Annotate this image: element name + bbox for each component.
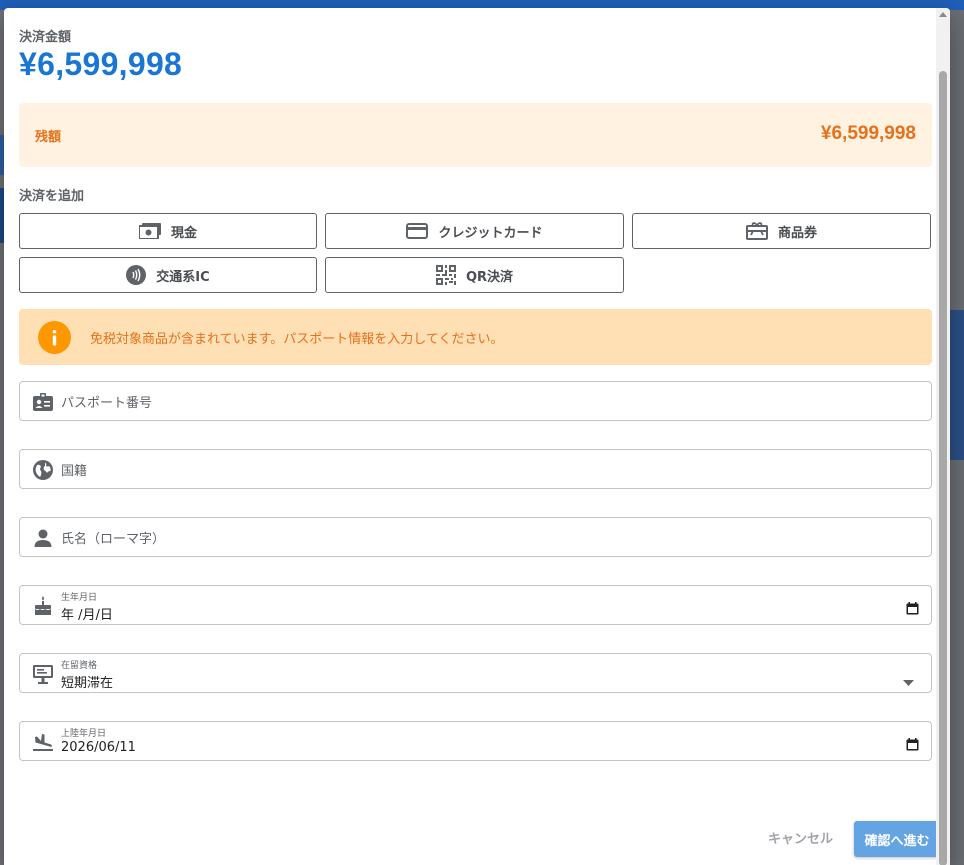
payment-dialog: 決済金額 ¥6,599,998 残額 ¥6,599,998 決済を追加 現金 ク…: [4, 8, 950, 865]
calendar-icon[interactable]: [906, 736, 919, 755]
birthdate-label: 生年月日: [61, 593, 98, 603]
residence-status-label: 在留資格: [61, 661, 98, 671]
credit-card-label: クレジットカード: [438, 225, 543, 241]
scroll-up-arrow-icon[interactable]: [939, 12, 947, 17]
credit-card-button[interactable]: クレジットカード: [325, 213, 624, 249]
birthdate-value: 年 /月/日: [61, 608, 113, 623]
qr-code-icon: [435, 265, 456, 285]
contactless-icon: [126, 265, 147, 285]
tax-free-notice: 免税対象商品が含まれています。パスポート情報を入力してください。: [19, 309, 932, 365]
cake-icon: [32, 595, 54, 621]
transit-ic-button[interactable]: 交通系IC: [19, 257, 317, 293]
cancel-button[interactable]: キャンセル: [768, 828, 833, 847]
balance-panel: 残額 ¥6,599,998: [19, 103, 932, 167]
romaji-name-placeholder: 氏名（ローマ字）: [61, 532, 166, 547]
info-icon: [38, 321, 71, 354]
qr-payment-label: QR決済: [465, 269, 514, 285]
globe-icon: [32, 459, 54, 485]
gift-card-label: 商品券: [777, 225, 817, 241]
confirm-button[interactable]: 確認へ進む: [854, 821, 940, 857]
balance-value: ¥6,599,998: [820, 123, 916, 144]
balance-label: 残額: [35, 130, 62, 145]
romaji-name-field[interactable]: 氏名（ローマ字）: [19, 517, 932, 557]
person-icon: [32, 527, 54, 553]
chevron-down-icon[interactable]: [903, 671, 914, 690]
notice-text: 免税対象商品が含まれています。パスポート情報を入力してください。: [90, 332, 504, 347]
nationality-placeholder: 国籍: [61, 464, 88, 479]
landing-date-value: 2026/06/11: [61, 740, 136, 755]
cash-label: 現金: [170, 225, 197, 241]
payment-amount-label: 決済金額: [19, 30, 72, 45]
scrollbar-thumb[interactable]: [939, 71, 947, 865]
badge-stand-icon: [32, 663, 54, 689]
flight-land-icon: [32, 731, 54, 757]
residence-status-value: 短期滞在: [61, 676, 114, 691]
gift-card-button[interactable]: 商品券: [632, 213, 931, 249]
payment-amount-value: ¥6,599,998: [19, 46, 183, 82]
calendar-icon[interactable]: [906, 600, 919, 619]
landing-date-label: 上陸年月日: [61, 729, 107, 739]
gift-card-icon: [745, 222, 768, 240]
qr-payment-button[interactable]: QR決済: [325, 257, 624, 293]
cash-icon: [138, 223, 161, 239]
passport-number-field[interactable]: パスポート番号: [19, 381, 932, 421]
birthdate-field[interactable]: 生年月日 年 /月/日: [19, 585, 932, 625]
residence-status-select[interactable]: 在留資格 短期滞在: [19, 653, 932, 693]
add-payment-label: 決済を追加: [19, 189, 85, 204]
passport-number-placeholder: パスポート番号: [61, 396, 153, 411]
credit-card-icon: [406, 223, 429, 239]
dialog-scrollbar[interactable]: [936, 8, 950, 865]
background-right-strip: [950, 10, 964, 865]
cash-button[interactable]: 現金: [19, 213, 317, 249]
id-badge-icon: [32, 391, 54, 417]
transit-ic-label: 交通系IC: [156, 269, 210, 285]
landing-date-field[interactable]: 上陸年月日 2026/06/11: [19, 721, 932, 761]
nationality-field[interactable]: 国籍: [19, 449, 932, 489]
